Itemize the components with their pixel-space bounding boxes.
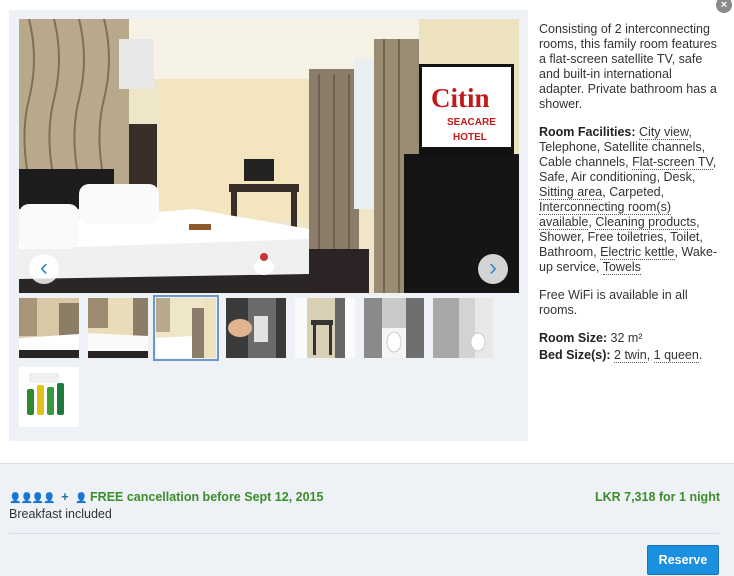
wifi-info: Free WiFi is available in all rooms. xyxy=(539,288,688,317)
facility-item[interactable]: City view xyxy=(639,125,689,140)
offer-conditions: 👤👤👤👤 + 👤 FREE cancellation before Sept 1… xyxy=(9,490,323,504)
thumbnail-photo[interactable] xyxy=(226,298,286,358)
facility-item: Cable channels xyxy=(539,155,626,169)
offer-bar: 👤👤👤👤 + 👤 FREE cancellation before Sept 1… xyxy=(0,463,734,576)
thumbnail-photo[interactable] xyxy=(19,298,79,358)
room-intro: Consisting of 2 interconnecting rooms, t… xyxy=(539,22,717,111)
thumbnail-photo[interactable] xyxy=(433,298,493,358)
facility-item[interactable]: Sitting area xyxy=(539,185,603,200)
bed-size-label: Bed Size(s): xyxy=(539,348,611,362)
facility-item: Satellite channels xyxy=(603,140,702,154)
facility-item: Toilet xyxy=(670,230,700,244)
close-icon[interactable]: × xyxy=(716,0,732,13)
facilities-list: City view, Telephone, Satellite channels… xyxy=(539,125,718,275)
facility-item: Telephone xyxy=(539,140,597,154)
previous-photo-button[interactable]: ‹ xyxy=(29,254,59,284)
adult-occupancy-icon: 👤👤👤👤 xyxy=(9,493,56,504)
hotel-sign-text: Citin xyxy=(431,83,490,113)
facility-item: Safe xyxy=(539,170,565,184)
facility-item[interactable]: Cleaning products xyxy=(595,215,697,230)
thumbnail-photo[interactable] xyxy=(364,298,424,358)
facility-item[interactable]: Flat-screen TV xyxy=(632,155,713,170)
facility-item: Carpeted xyxy=(609,185,661,199)
hotel-sign-subtext: SEACARE xyxy=(447,117,496,128)
bed-size-queen-link[interactable]: 1 queen xyxy=(653,348,699,363)
photo-gallery: Citin SEACARE HOTEL ‹ › xyxy=(9,10,528,441)
facility-item[interactable]: Towels xyxy=(602,260,641,275)
divider xyxy=(9,533,719,534)
room-size-label: Room Size: xyxy=(539,331,608,345)
facility-item[interactable]: Electric kettle xyxy=(600,245,675,260)
room-size-value: 32 m² xyxy=(610,331,643,345)
bed-size: Bed Size(s): 2 twin, 1 queen. xyxy=(539,348,703,363)
bed-size-twin-link[interactable]: 2 twin xyxy=(614,348,647,363)
thumbnail-photo-active[interactable] xyxy=(153,295,219,361)
child-occupancy-icon: 👤 xyxy=(75,493,87,504)
thumbnail-photo[interactable] xyxy=(88,298,148,358)
plus-sign: + xyxy=(61,490,69,504)
next-photo-button[interactable]: › xyxy=(478,254,508,284)
thumbnail-photo[interactable] xyxy=(295,298,355,358)
room-facilities: Room Facilities: City view, Telephone, S… xyxy=(539,125,719,275)
reserve-button[interactable]: Reserve xyxy=(647,545,719,575)
facility-item: Desk xyxy=(663,170,692,184)
free-cancellation-text: FREE cancellation before Sept 12, 2015 xyxy=(90,490,324,504)
facility-item: Air conditioning xyxy=(571,170,657,184)
breakfast-included: Breakfast included xyxy=(9,507,112,521)
thumbnail-photo[interactable] xyxy=(19,367,79,427)
room-description: Consisting of 2 interconnecting rooms, t… xyxy=(539,22,719,376)
hotel-sign-subtext: HOTEL xyxy=(453,132,487,143)
main-room-photo: Citin SEACARE HOTEL xyxy=(19,19,519,293)
facility-item: Shower xyxy=(539,230,581,244)
facility-item: Free toiletries xyxy=(587,230,664,244)
facilities-label: Room Facilities: xyxy=(539,125,636,139)
facility-item: Bathroom xyxy=(539,245,594,259)
room-size: Room Size: 32 m² xyxy=(539,331,719,346)
price-text: LKR 7,318 for 1 night xyxy=(594,490,720,504)
